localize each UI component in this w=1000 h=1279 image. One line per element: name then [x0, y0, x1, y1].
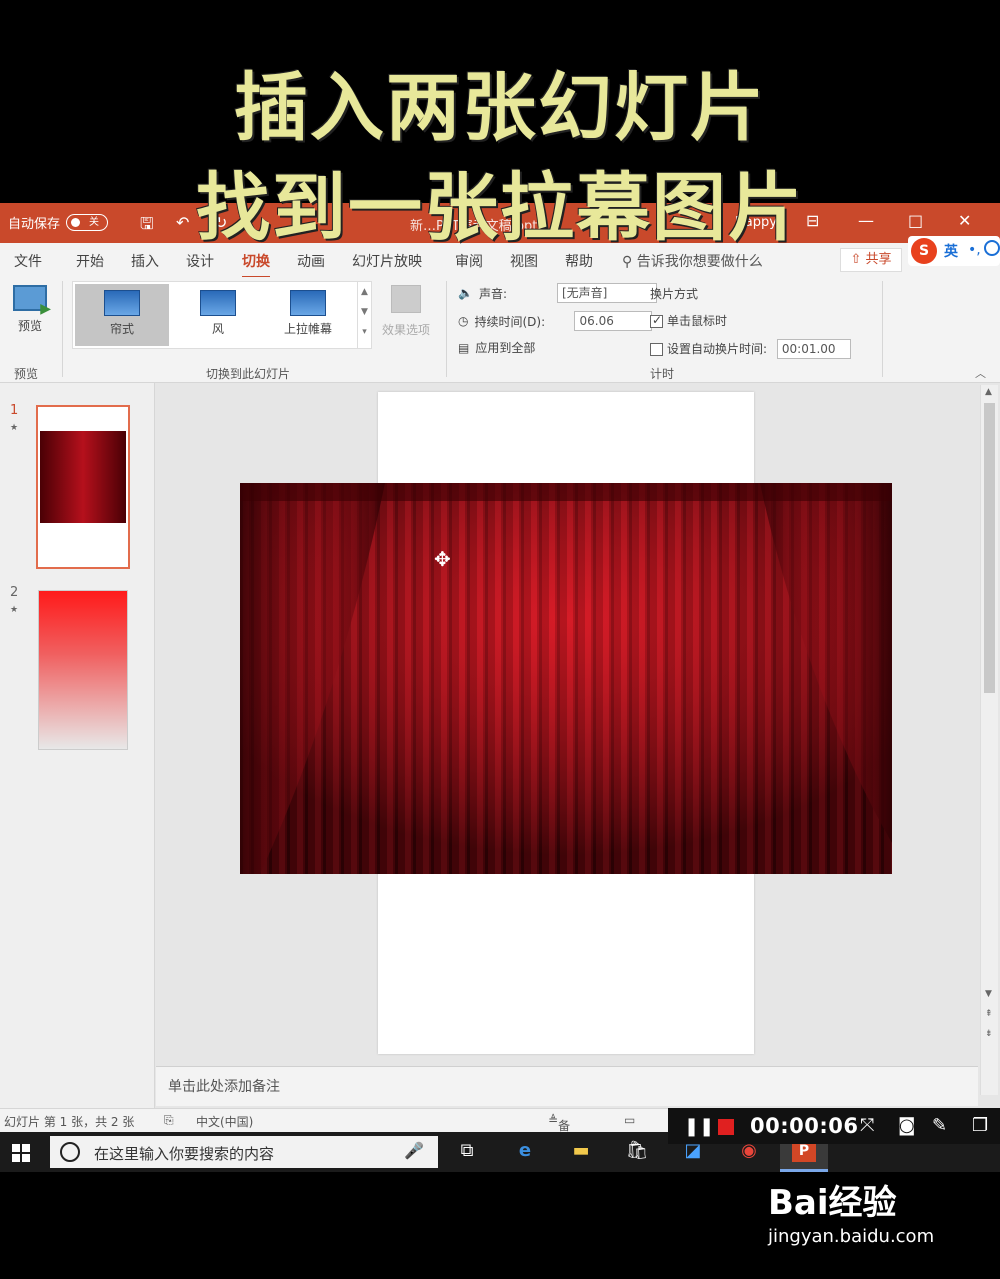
sound-icon: 🔈 [458, 286, 473, 300]
slide-thumbnail-1[interactable] [36, 405, 130, 569]
divider [62, 281, 63, 377]
next-slide-icon[interactable]: ⇟ [985, 1029, 993, 1039]
watermark-logo: Bai经验 [768, 1183, 897, 1223]
divider [446, 281, 447, 377]
preview-group-label: 预览 [14, 367, 39, 381]
pen-icon[interactable]: ✎ [932, 1115, 947, 1136]
edge-icon[interactable]: e [512, 1140, 538, 1164]
notes-placeholder: 单击此处添加备注 [168, 1079, 280, 1095]
slide-thumbnail-pane: 1 ★ 2 ★ [0, 383, 155, 1108]
tell-me-text: 告诉我你想要做什么 [636, 254, 763, 270]
divider [882, 281, 883, 377]
on-click-option[interactable]: 单击鼠标时 [650, 312, 727, 329]
gallery-scroll[interactable]: ▲ ▼ ▾ [357, 282, 371, 348]
preview-label: 预览 [17, 319, 42, 333]
preview-icon [13, 285, 51, 317]
after-label: 设置自动换片时间: [667, 342, 768, 356]
transition-gallery: 帘式 风 上拉帷幕 ▲ ▼ ▾ [72, 281, 372, 349]
advance-title: 换片方式 [650, 287, 699, 301]
duration-label: 持续时间(D): [474, 314, 546, 329]
caption-line-1: 插入两张幻灯片 [234, 65, 766, 151]
notes-toggle[interactable]: ≜ 备注 [548, 1113, 570, 1150]
timing-group-label: 计时 [650, 367, 675, 381]
pause-icon[interactable]: ❚❚ [684, 1116, 714, 1137]
curtain-image[interactable] [240, 483, 892, 874]
language[interactable]: 中文(中国) [196, 1113, 253, 1130]
preview-button[interactable]: 预览 [8, 283, 52, 334]
store-icon[interactable]: 🛍 [624, 1140, 650, 1164]
watermark-url: jingyan.baidu.com [768, 1226, 935, 1247]
collapse-ribbon-icon[interactable]: ︿ [975, 365, 986, 381]
recording-timer: 00:00:06 [750, 1114, 859, 1138]
transition-curtains[interactable]: 帘式 [75, 284, 169, 346]
transition-group-label: 切换到此幻灯片 [206, 367, 291, 381]
transition-drape[interactable]: 上拉帷幕 [261, 284, 355, 346]
cortana-icon[interactable] [60, 1142, 80, 1162]
taskbar-search[interactable]: 在这里输入你要搜索的内容 🎤 [50, 1136, 438, 1168]
apply-all-button[interactable]: ▤ 应用到全部 [458, 339, 535, 356]
apply-all-label: 应用到全部 [475, 341, 536, 355]
transition-label: 帘式 [109, 322, 134, 336]
transition-label: 风 [211, 322, 224, 336]
editor-area: 1 ★ 2 ★ ✥ ▲ ▼ ⇞ ⇟ 单击此处添加备注 [0, 383, 1000, 1108]
fullscreen-icon[interactable]: ⤧ [860, 1115, 874, 1136]
windows-start-icon[interactable] [12, 1144, 30, 1162]
vertical-scrollbar[interactable]: ▲ ▼ ⇞ ⇟ [980, 385, 998, 1095]
on-click-label: 单击鼠标时 [667, 314, 728, 328]
spellcheck-icon[interactable]: ⎘ [164, 1113, 174, 1128]
duration-row: ◷ 持续时间(D): 06.06 [458, 311, 653, 331]
task-view-icon[interactable]: ⧉ [454, 1140, 480, 1164]
wind-icon [200, 290, 236, 316]
scroll-down-icon[interactable]: ▼ [985, 989, 992, 999]
curtain-thumbnail [40, 431, 126, 523]
scrollbar-thumb[interactable] [984, 403, 995, 693]
file-explorer-icon[interactable]: ▬ [568, 1140, 594, 1164]
transition-label: 上拉帷幕 [283, 322, 332, 336]
curtains-icon [104, 290, 140, 316]
camera-icon[interactable]: ◙ [898, 1115, 915, 1136]
duration-input[interactable]: 06.06 [574, 311, 653, 331]
sound-row: 🔈 声音: [无声音] [458, 283, 657, 303]
sound-select[interactable]: [无声音] [556, 283, 657, 303]
scroll-up-icon[interactable]: ▲ [985, 387, 992, 397]
move-cursor-icon: ✥ [434, 547, 451, 571]
notes-pane[interactable]: 单击此处添加备注 [156, 1066, 978, 1106]
on-click-checkbox[interactable] [650, 313, 663, 328]
caption-line-2: 找到一张拉幕图片 [196, 165, 804, 251]
window-icon[interactable]: ❐ [972, 1115, 988, 1136]
normal-view-icon[interactable]: ▭ [624, 1113, 635, 1127]
effect-options-label: 效果选项 [381, 323, 430, 337]
ribbon-body: 预览 预览 帘式 风 上拉帷幕 ▲▼▾ 效果选项 切换到此幻灯片 🔈 声音: [… [0, 277, 1000, 383]
slide-count: 幻灯片 第 1 张，共 2 张 [4, 1115, 135, 1129]
baidu-watermark: Bai经验 jingyan.baidu.com [768, 1175, 934, 1247]
slide-thumbnail-2[interactable] [38, 590, 128, 750]
taskbar-search-placeholder: 在这里输入你要搜索的内容 [94, 1145, 275, 1163]
effect-options-button[interactable]: 效果选项 [378, 283, 434, 338]
apply-all-icon: ▤ [458, 340, 470, 355]
after-option[interactable]: 设置自动换片时间: 00:01.00 [650, 339, 851, 359]
drape-icon [290, 290, 326, 316]
effect-options-icon [391, 285, 421, 313]
clock-icon: ◷ [458, 314, 469, 328]
recorder-toolbar: ❚❚ 00:00:06 ⤧ ◙ ✎ ❐ [668, 1108, 1000, 1144]
after-time-input[interactable]: 00:01.00 [776, 339, 851, 359]
animation-star-icon: ★ [10, 423, 19, 433]
prev-slide-icon[interactable]: ⇞ [985, 1009, 993, 1019]
animation-star-icon: ★ [10, 605, 19, 615]
transition-wind[interactable]: 风 [171, 284, 265, 346]
after-checkbox[interactable] [650, 343, 663, 356]
stop-icon[interactable] [718, 1119, 734, 1135]
slide-number: 1 [10, 403, 19, 418]
sound-label: 声音: [478, 286, 507, 301]
microphone-icon[interactable]: 🎤 [404, 1141, 424, 1160]
slide-number: 2 [10, 585, 19, 600]
